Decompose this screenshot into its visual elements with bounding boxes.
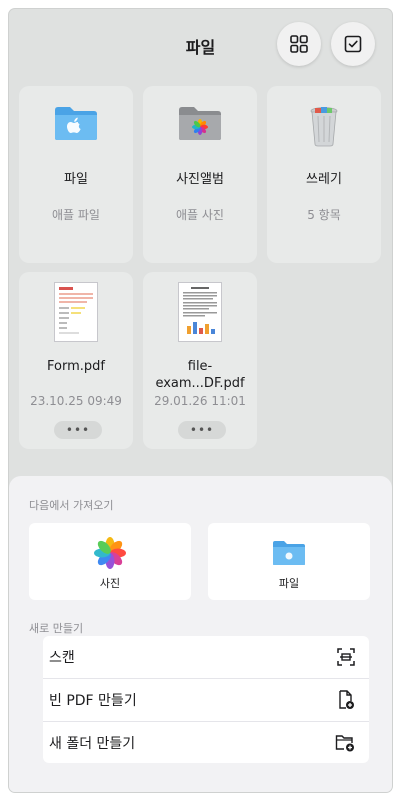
file-date: 23.10.25 09:49 xyxy=(30,394,122,408)
file-name-line-1: file- xyxy=(187,359,213,374)
file-subtitle: 5 항목 xyxy=(307,208,341,222)
source-label: 파일 xyxy=(278,577,300,590)
create-new-folder-action[interactable]: 새 폴더 만들기 xyxy=(43,722,369,764)
new-document-icon xyxy=(339,690,354,709)
scan-icon xyxy=(337,648,355,666)
grid-view-button[interactable] xyxy=(277,22,321,66)
file-name: 쓰레기 xyxy=(306,172,342,187)
source-label: 사진 xyxy=(99,577,121,590)
import-section-label: 다음에서 가져오기 xyxy=(29,499,114,512)
file-name: 파일 xyxy=(64,172,88,187)
photos-icon xyxy=(94,537,126,569)
action-label: 새 폴더 만들기 xyxy=(49,736,136,752)
app-window: 파일 파일 애플 파일 사진앨범 애플 사진 쓰레기 5 항목 Form.pdf… xyxy=(9,9,392,792)
file-name: Form.pdf xyxy=(47,359,105,374)
file-name-line-2: exam...DF.pdf xyxy=(155,376,245,391)
file-card-form-pdf[interactable]: Form.pdf 23.10.25 09:49 ••• xyxy=(19,272,133,449)
more-options-button[interactable]: ••• xyxy=(178,421,226,439)
file-subtitle: 애플 사진 xyxy=(176,208,224,222)
blue-folder-icon xyxy=(55,107,97,140)
thumbnail xyxy=(19,104,133,154)
import-from-files-button[interactable]: 파일 xyxy=(208,523,370,600)
gray-folder-photos-icon xyxy=(179,107,221,140)
file-name: 사진앨범 xyxy=(176,172,224,187)
thumbnail xyxy=(19,282,133,342)
trash-can-icon xyxy=(310,107,338,147)
select-button[interactable] xyxy=(331,22,375,66)
create-actions-list: 스캔 빈 PDF 만들기 새 폴더 만들기 xyxy=(43,636,369,763)
thumbnail xyxy=(143,282,257,342)
file-card-photos[interactable]: 사진앨범 애플 사진 xyxy=(143,86,257,263)
more-options-button[interactable]: ••• xyxy=(54,421,102,439)
import-sheet: 다음에서 가져오기 사진 파일 새로 만들기 스캔 빈 PDF 만들기 새 폴더… xyxy=(9,476,392,792)
grid-icon xyxy=(290,35,308,53)
file-subtitle: 애플 파일 xyxy=(52,208,100,222)
import-from-photos-button[interactable]: 사진 xyxy=(29,523,191,600)
header: 파일 xyxy=(9,9,392,79)
thumbnail xyxy=(267,104,381,154)
scan-action[interactable]: 스캔 xyxy=(43,636,369,678)
pdf-document-icon xyxy=(178,282,222,342)
new-folder-icon xyxy=(335,735,354,752)
pdf-document-icon xyxy=(54,282,98,342)
file-card-file-example-pdf[interactable]: file- exam...DF.pdf 29.01.26 11:01 ••• xyxy=(143,272,257,449)
files-folder-icon xyxy=(273,541,305,565)
create-blank-pdf-action[interactable]: 빈 PDF 만들기 xyxy=(43,679,369,721)
file-name: file- exam...DF.pdf xyxy=(143,358,257,392)
action-label: 스캔 xyxy=(49,650,75,666)
action-label: 빈 PDF 만들기 xyxy=(49,693,137,709)
file-date: 29.01.26 11:01 xyxy=(154,394,246,408)
create-section-label: 새로 만들기 xyxy=(29,622,84,635)
thumbnail xyxy=(143,104,257,154)
checkbox-icon xyxy=(344,35,362,53)
file-card-trash[interactable]: 쓰레기 5 항목 xyxy=(267,86,381,263)
file-card-files[interactable]: 파일 애플 파일 xyxy=(19,86,133,263)
